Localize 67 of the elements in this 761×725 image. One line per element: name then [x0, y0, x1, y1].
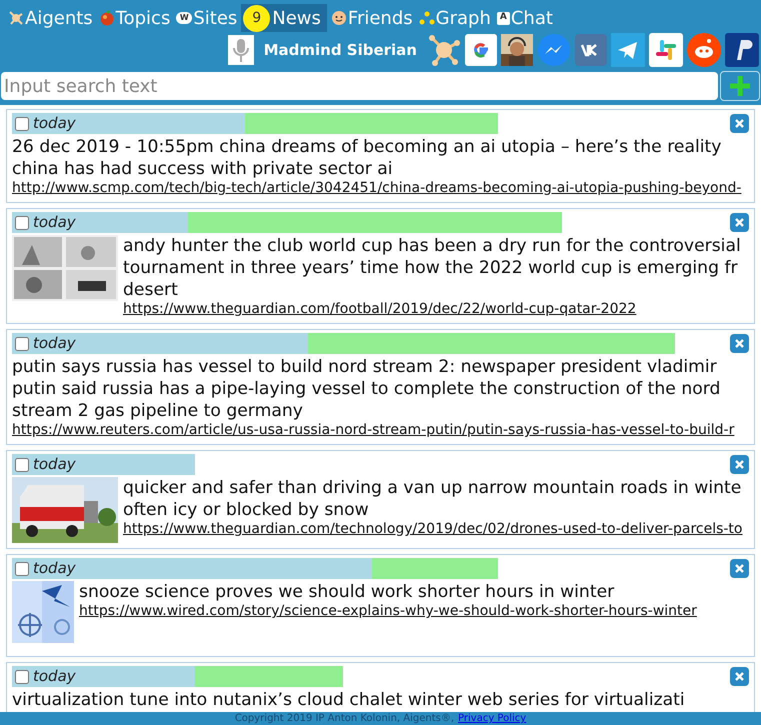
- aigents-logo-icon[interactable]: [427, 33, 461, 67]
- close-icon: [735, 460, 744, 469]
- plus-icon: [728, 74, 752, 98]
- close-button[interactable]: [730, 667, 749, 686]
- paypal-icon[interactable]: [725, 33, 759, 67]
- nav-tab[interactable]: A Chat: [494, 4, 555, 32]
- date-label: today: [33, 212, 76, 234]
- microphone-icon[interactable]: [228, 35, 254, 65]
- close-icon: [735, 564, 744, 573]
- article-link[interactable]: http://www.scmp.com/tech/big-tech/article/3042451/china-dreams-becoming-ai-utopia-pushing-beyond-: [12, 180, 742, 197]
- headline-line: often icy or blocked by snow: [123, 499, 370, 521]
- headline-line: 26 dec 2019 - 10:55pm china dreams of becoming an ai utopia – here’s the reality: [12, 136, 722, 158]
- select-checkbox[interactable]: [15, 458, 29, 472]
- date-label: today: [33, 454, 76, 476]
- select-checkbox[interactable]: [15, 336, 29, 350]
- close-button[interactable]: [730, 334, 749, 353]
- article-link[interactable]: https://www.wired.com/story/science-explains-why-we-should-work-shorter-hours-winter: [79, 603, 697, 620]
- close-icon: [735, 119, 744, 128]
- close-button[interactable]: [730, 114, 749, 133]
- article-link[interactable]: https://www.reuters.com/article/us-usa-russia-nord-stream-putin/putin-says-russia-has-vessel-to-build-r: [12, 422, 734, 439]
- article-link[interactable]: https://www.theguardian.com/football/2019/dec/22/world-cup-qatar-2022: [123, 301, 741, 318]
- slack-icon[interactable]: [649, 33, 683, 67]
- article-link[interactable]: https://www.theguardian.com/technology/2019/dec/02/drones-used-to-deliver-parcels-to: [123, 521, 742, 538]
- headline-line: quicker and safer than driving a van up narrow mountain roads in winte: [123, 477, 742, 499]
- headline-line: virtualization tune into nutanix’s cloud chalet winter web series for virtualizati: [12, 689, 685, 711]
- headline-line: putin said russia has a pipe-laying vessel to complete the construction of the nord: [12, 378, 722, 400]
- nav-tab[interactable]: Friends: [328, 4, 415, 32]
- nav-tab[interactable]: 9 News: [241, 4, 327, 32]
- dots-icon: [418, 10, 435, 26]
- close-button[interactable]: [730, 213, 749, 232]
- search-field[interactable]: Input search text: [1, 72, 718, 100]
- close-icon: [735, 218, 744, 227]
- count-badge: 9: [243, 4, 270, 32]
- headline-line: stream 2 gas pipeline to germany: [12, 400, 304, 422]
- headline-line: andy hunter the club world cup has been a dry run for the controversial: [123, 235, 741, 257]
- headline-line: desert: [123, 279, 179, 301]
- select-checkbox[interactable]: [15, 562, 29, 576]
- close-button[interactable]: [730, 455, 749, 474]
- headline-line: snooze science proves we should work shorter hours in winter: [79, 581, 616, 603]
- apple-icon: [98, 10, 115, 26]
- select-checkbox[interactable]: [15, 670, 29, 684]
- google-icon[interactable]: [465, 34, 497, 66]
- date-label: today: [33, 666, 76, 688]
- smiley-icon: [330, 10, 347, 26]
- vk-icon[interactable]: [575, 34, 607, 66]
- headline-line: putin says russia has vessel to build nord stream 2: newspaper president vladimir: [12, 356, 718, 378]
- telegram-icon[interactable]: [611, 33, 645, 67]
- cloud-icon: W: [176, 12, 192, 24]
- close-button[interactable]: [730, 559, 749, 578]
- copyright-text: Copyright 2019 IP Anton Kolonin, Aigents®,: [234, 713, 454, 724]
- user-name[interactable]: Madmind Siberian: [264, 38, 417, 62]
- nav-tab[interactable]: W Sites: [174, 4, 240, 32]
- headline-line: china has had success with private sector ai: [12, 158, 394, 180]
- date-label: today: [33, 113, 76, 134]
- close-icon: [735, 672, 744, 681]
- reddit-icon[interactable]: [687, 33, 721, 67]
- close-icon: [735, 339, 744, 348]
- date-label: today: [33, 558, 76, 580]
- select-checkbox[interactable]: [15, 216, 29, 230]
- headline-line: tournament in three years’ time how the 2022 world cup is emerging fr: [123, 257, 739, 279]
- nav-tab[interactable]: Topics: [96, 4, 172, 32]
- nav-tab[interactable]: Aigents: [6, 4, 95, 32]
- nav-tab[interactable]: Graph: [416, 4, 493, 32]
- date-label: today: [33, 333, 76, 354]
- star-icon: [8, 10, 24, 26]
- letter-icon: A: [496, 12, 510, 24]
- select-checkbox[interactable]: [15, 116, 29, 130]
